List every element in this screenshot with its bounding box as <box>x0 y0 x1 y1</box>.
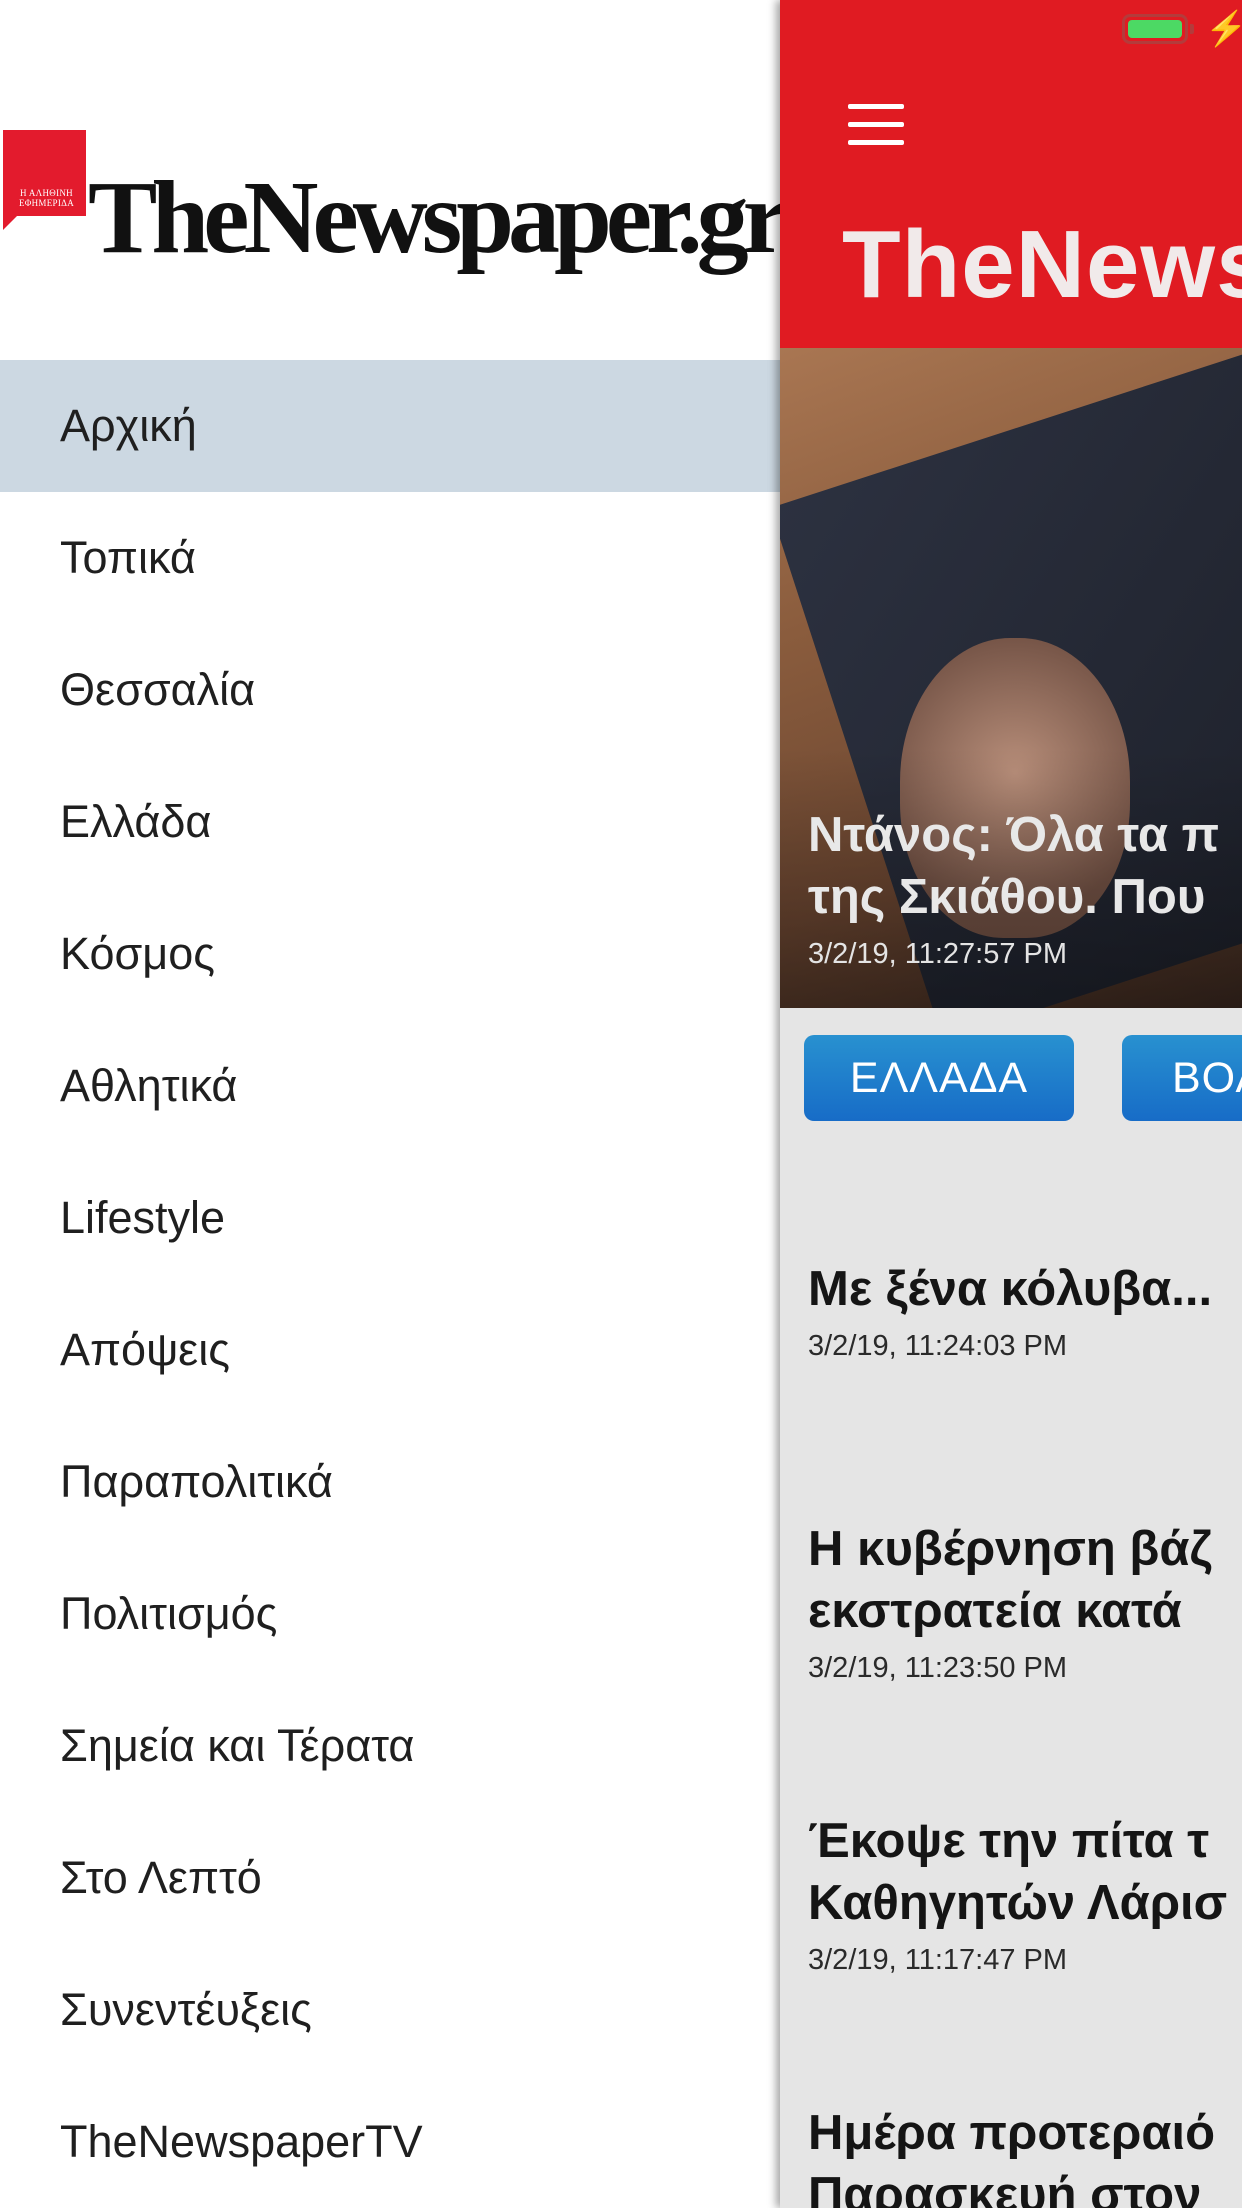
logo-wordmark: TheNewspaper.gr <box>88 160 780 275</box>
app-header: ⚡ TheNews <box>780 0 1242 348</box>
article-item[interactable]: Με ξένα κόλυβα... 3/2/19, 11:24:03 PM <box>808 1258 1242 1363</box>
hero-article[interactable]: Ντάνος: Όλα τα π της Σκιάθου. Που 3/2/19… <box>780 348 1242 1008</box>
menu-item-lifestyle[interactable]: Lifestyle <box>0 1152 780 1284</box>
menu-item-thessaly[interactable]: Θεσσαλία <box>0 624 780 756</box>
hero-headline: Ντάνος: Όλα τα π της Σκιάθου. Που <box>808 804 1242 928</box>
logo-badge: Η ΑΛΗΘΙΝΗ ΕΦΗΜΕΡΙΔΑ <box>3 130 86 230</box>
article-title-line: Έκοψε την πίτα τ <box>808 1814 1210 1868</box>
article-item[interactable]: Η κυβέρνηση βάζ εκστρατεία κατά 3/2/19, … <box>808 1518 1242 1685</box>
charging-bolt-icon: ⚡ <box>1205 10 1242 48</box>
menu-item-opinions[interactable]: Απόψεις <box>0 1284 780 1416</box>
menu-item-world[interactable]: Κόσμος <box>0 888 780 1020</box>
drawer-logo[interactable]: Η ΑΛΗΘΙΝΗ ΕΦΗΜΕΡΙΔΑ TheNewspaper.gr <box>0 0 780 360</box>
menu-item-interviews[interactable]: Συνεντέυξεις <box>0 1944 780 2076</box>
menu-item-oddities[interactable]: Σημεία και Τέρατα <box>0 1680 780 1812</box>
article-date: 3/2/19, 11:23:50 PM <box>808 1652 1068 1684</box>
battery-tip <box>1190 24 1194 34</box>
logo-badge-text: Η ΑΛΗΘΙΝΗ ΕΦΗΜΕΡΙΔΑ <box>18 188 75 208</box>
article-title: Με ξένα κόλυβα... <box>808 1262 1213 1316</box>
article-title-line: Ημέρα προτεραιό <box>808 2106 1216 2160</box>
category-chip-greece[interactable]: ΕΛΛΑΔΑ <box>804 1035 1074 1121</box>
article-title-line: Παρασκευή στον <box>808 2168 1202 2208</box>
menu-item-culture[interactable]: Πολιτισμός <box>0 1548 780 1680</box>
drawer-menu: Αρχική Τοπικά Θεσσαλία Ελλάδα Κόσμος Αθλ… <box>0 360 780 2208</box>
header-title: TheNews <box>842 211 1242 318</box>
hero-date: 3/2/19, 11:27:57 PM <box>808 938 1068 970</box>
menu-item-tv[interactable]: TheNewspaperTV <box>0 2076 780 2208</box>
menu-item-local[interactable]: Τοπικά <box>0 492 780 624</box>
hamburger-icon[interactable] <box>848 104 904 146</box>
article-date: 3/2/19, 11:24:03 PM <box>808 1330 1068 1362</box>
battery-icon <box>1122 14 1188 44</box>
category-chip-volos[interactable]: ΒΟΛ <box>1122 1035 1242 1121</box>
menu-item-home[interactable]: Αρχική <box>0 360 780 492</box>
menu-item-greece[interactable]: Ελλάδα <box>0 756 780 888</box>
navigation-drawer: Η ΑΛΗΘΙΝΗ ΕΦΗΜΕΡΙΔΑ TheNewspaper.gr Αρχι… <box>0 0 780 2208</box>
hero-headline-line: της Σκιάθου. Που <box>808 870 1206 924</box>
article-title-line: Η κυβέρνηση βάζ <box>808 1522 1213 1576</box>
article-date: 3/2/19, 11:17:47 PM <box>808 1944 1068 1976</box>
article-item[interactable]: Έκοψε την πίτα τ Καθηγητών Λάρισ 3/2/19,… <box>808 1810 1242 1977</box>
article-title-line: εκστρατεία κατά <box>808 1584 1182 1638</box>
menu-item-latest[interactable]: Στο Λεπτό <box>0 1812 780 1944</box>
article-title-line: Καθηγητών Λάρισ <box>808 1876 1228 1930</box>
article-item[interactable]: Ημέρα προτεραιό Παρασκευή στον <box>808 2102 1242 2208</box>
battery-level <box>1128 20 1182 38</box>
main-content-panel[interactable]: ⚡ TheNews Ντάνος: Όλα τα π της Σκιάθου. … <box>780 0 1242 2208</box>
hero-headline-line: Ντάνος: Όλα τα π <box>808 808 1220 862</box>
menu-item-sports[interactable]: Αθλητικά <box>0 1020 780 1152</box>
menu-item-paraplitika[interactable]: Παραπολιτικά <box>0 1416 780 1548</box>
